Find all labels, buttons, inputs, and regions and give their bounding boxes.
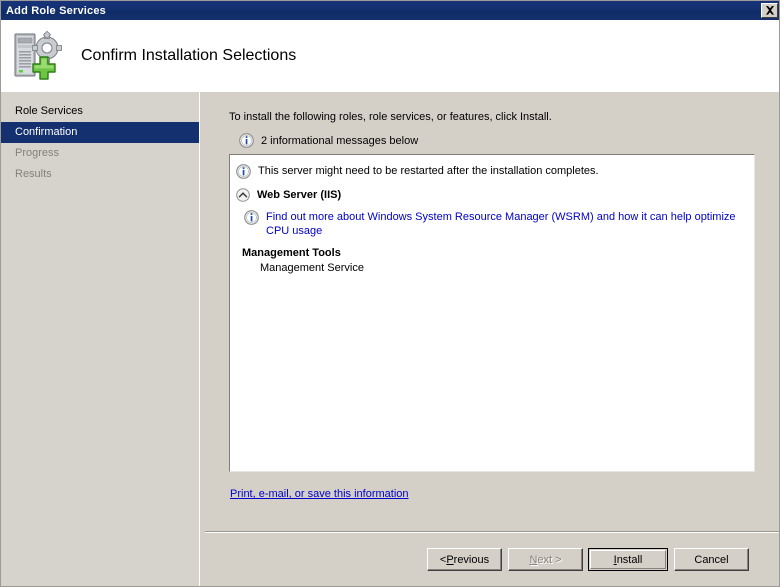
print-email-save-link[interactable]: Print, e-mail, or save this information bbox=[230, 488, 409, 500]
management-service-item: Management Service bbox=[260, 262, 364, 274]
install-button[interactable]: Install bbox=[588, 548, 668, 571]
button-bar-separator-highlight bbox=[205, 532, 779, 533]
close-icon bbox=[765, 6, 774, 15]
install-button-rest: nstall bbox=[616, 553, 643, 566]
info-icon bbox=[244, 210, 259, 225]
confirmation-listbox[interactable]: This server might need to be restarted a… bbox=[229, 154, 755, 472]
web-server-section-header[interactable]: Web Server (IIS) bbox=[230, 188, 754, 202]
cancel-button[interactable]: Cancel bbox=[674, 548, 749, 571]
install-button-inner: Install bbox=[590, 550, 666, 569]
info-icon bbox=[239, 133, 254, 148]
wizard-steps-sidebar: Role Services Confirmation Progress Resu… bbox=[1, 92, 200, 586]
next-button: Next > bbox=[508, 548, 583, 571]
add-role-services-dialog: Add Role Services Confirm Installation S… bbox=[0, 0, 780, 587]
title-bar: Add Role Services bbox=[1, 1, 779, 20]
header-band: Confirm Installation Selections bbox=[1, 20, 779, 92]
restart-notice-row: This server might need to be restarted a… bbox=[230, 164, 754, 179]
sidebar-item-confirmation[interactable]: Confirmation bbox=[1, 122, 199, 143]
window-title: Add Role Services bbox=[6, 4, 106, 17]
server-add-icon bbox=[14, 30, 62, 80]
wsrm-info-row: Find out more about Windows System Resou… bbox=[230, 210, 754, 238]
restart-notice-text: This server might need to be restarted a… bbox=[258, 165, 599, 177]
button-bar: < Previous Next > Install Cancel bbox=[205, 536, 779, 586]
page-title: Confirm Installation Selections bbox=[81, 47, 297, 64]
sidebar-item-results: Results bbox=[15, 168, 52, 180]
info-icon bbox=[236, 164, 251, 179]
sidebar-item-role-services[interactable]: Role Services bbox=[1, 101, 199, 122]
chevron-up-circle-icon[interactable] bbox=[236, 188, 250, 202]
informational-messages-summary: 2 informational messages below bbox=[239, 133, 418, 148]
wsrm-help-link[interactable]: Find out more about Windows System Resou… bbox=[266, 210, 748, 238]
sidebar-item-progress: Progress bbox=[15, 147, 60, 159]
next-button-rest: ext > bbox=[537, 553, 562, 566]
management-tools-group-title: Management Tools bbox=[242, 247, 341, 259]
main-content: To install the following roles, role ser… bbox=[205, 92, 779, 586]
informational-messages-count: 2 informational messages below bbox=[261, 134, 419, 147]
cancel-button-label: Cancel bbox=[694, 553, 729, 566]
next-button-accel: N bbox=[529, 553, 538, 566]
previous-button[interactable]: < Previous bbox=[427, 548, 502, 571]
instruction-text: To install the following roles, role ser… bbox=[229, 111, 552, 123]
previous-button-accel: P bbox=[446, 553, 454, 566]
section-title: Web Server (IIS) bbox=[257, 189, 342, 201]
close-button[interactable] bbox=[761, 3, 778, 18]
previous-button-rest: revious bbox=[453, 553, 490, 566]
